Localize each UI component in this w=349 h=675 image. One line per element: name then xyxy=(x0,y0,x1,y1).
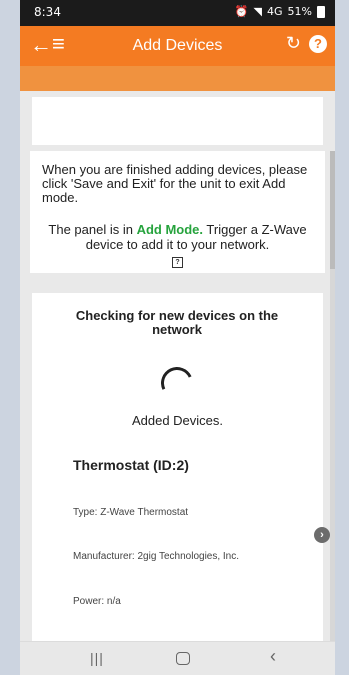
recents-icon[interactable]: ||| xyxy=(90,650,104,666)
scrollbar-thumb[interactable] xyxy=(330,151,335,269)
app-bar: ← ≡ Add Devices ↻ ? xyxy=(20,26,335,66)
refresh-icon[interactable]: ↻ xyxy=(286,33,301,54)
device-name[interactable]: Thermostat (ID:2) xyxy=(73,457,189,473)
nav-back-icon[interactable]: ‹ xyxy=(270,646,276,667)
blank-card xyxy=(32,97,323,145)
alarm-icon: ⏰ xyxy=(234,5,249,18)
battery-label: 51% xyxy=(287,5,312,18)
android-nav-bar: ||| ‹ xyxy=(20,641,335,675)
instructions-text: When you are finished adding devices, pl… xyxy=(42,162,308,205)
panel-prefix: The panel is in xyxy=(48,222,133,237)
signal-label: 4G xyxy=(267,5,283,18)
panel-status-text: The panel is in Add Mode. Trigger a Z-Wa… xyxy=(40,222,315,268)
checking-devices-text: Checking for new devices on the network xyxy=(75,308,279,337)
wifi-icon: ◥ xyxy=(253,5,263,18)
device-power: Power: n/a xyxy=(73,596,121,607)
status-icons: ⏰ ◥ 4G 51% xyxy=(235,5,325,18)
help-icon[interactable]: ? xyxy=(309,35,327,53)
status-bar: 8:34 ⏰ ◥ 4G 51% xyxy=(20,0,335,26)
loading-spinner-icon xyxy=(156,362,198,404)
home-icon[interactable] xyxy=(176,652,190,665)
status-time: 8:34 xyxy=(34,5,61,19)
chevron-right-icon[interactable]: › xyxy=(314,527,330,543)
added-devices-label: Added Devices. xyxy=(131,413,224,428)
battery-icon xyxy=(317,5,325,18)
device-manufacturer: Manufacturer: 2gig Technologies, Inc. xyxy=(73,551,240,562)
phone-screen: 8:34 ⏰ ◥ 4G 51% ← ≡ Add Devices ↻ ? When… xyxy=(20,0,335,675)
add-mode-label: Add Mode. xyxy=(136,222,204,237)
header-band xyxy=(20,66,335,91)
instructions-card: When you are finished adding devices, pl… xyxy=(30,151,325,273)
info-help-icon[interactable]: ? xyxy=(172,257,183,268)
device-type: Type: Z-Wave Thermostat xyxy=(73,507,189,518)
